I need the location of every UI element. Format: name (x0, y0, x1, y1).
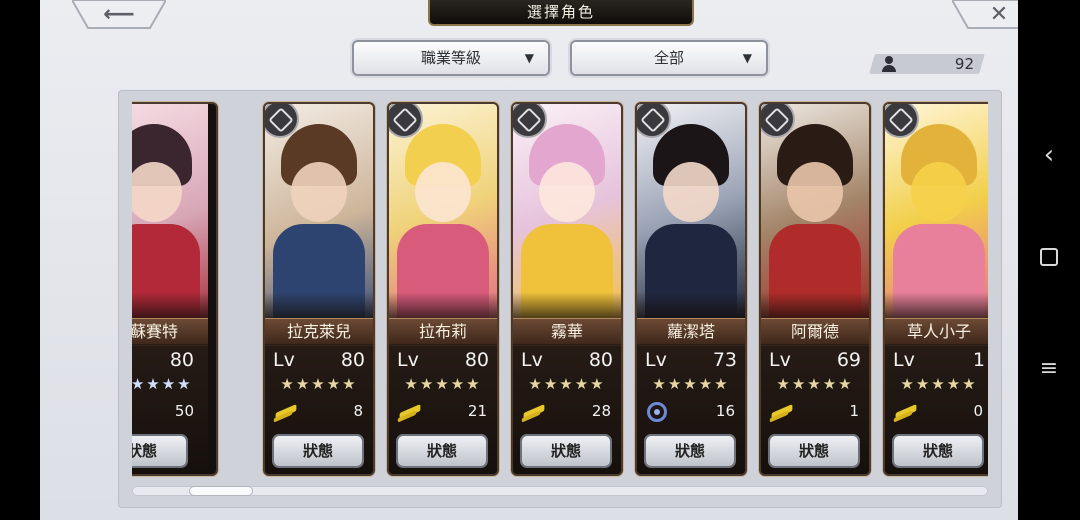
character-level: 1 (972, 349, 985, 371)
character-roster[interactable]: 蘇賽特 80 ★★★★★ 50 狀態 拉克萊兒 Lv 80 ★★★★★ (132, 100, 988, 478)
star-rating: ★★★★★ (652, 375, 730, 393)
level-label: Lv (273, 349, 295, 371)
character-name: 蘿潔塔 (637, 318, 745, 346)
character-points: 21 (467, 402, 487, 420)
character-level: 80 (340, 349, 365, 371)
system-menu-button[interactable]: ≡ (1018, 356, 1080, 381)
character-card[interactable]: 草人小子 Lv 1 ★★★★★ 0 狀態 (885, 104, 988, 474)
character-level: 73 (712, 349, 737, 371)
character-portrait (885, 104, 988, 322)
character-name: 阿爾德 (761, 318, 869, 346)
level-label: Lv (397, 349, 419, 371)
feather-icon (275, 402, 295, 422)
status-button-label: 狀態 (550, 442, 581, 460)
character-portrait (265, 104, 373, 322)
character-points: 28 (591, 402, 611, 420)
status-button-label: 狀態 (302, 442, 333, 460)
chevron-down-icon: ▼ (524, 51, 534, 65)
person-icon (882, 56, 896, 72)
chevron-down-icon: ▼ (742, 51, 752, 65)
character-points: 50 (174, 402, 194, 420)
class-level-dropdown[interactable]: 職業等級 ▼ (354, 42, 548, 74)
star-rating: ★★★★★ (776, 375, 854, 393)
character-card[interactable]: 拉克萊兒 Lv 80 ★★★★★ 8 狀態 (265, 104, 373, 474)
status-button-label: 狀態 (674, 442, 705, 460)
scrollbar-thumb[interactable] (190, 487, 252, 495)
feather-icon (771, 402, 791, 422)
page-title: 選擇角色 (428, 0, 694, 26)
status-button[interactable]: 狀態 (398, 436, 486, 466)
feather-icon (399, 402, 419, 422)
square-icon (1040, 248, 1058, 266)
swirl-icon (647, 402, 667, 422)
star-rating: ★★★★★ (280, 375, 358, 393)
star-rating: ★★★★★ (132, 375, 193, 393)
scope-dropdown[interactable]: 全部 ▼ (572, 42, 766, 74)
character-name: 拉布莉 (389, 318, 497, 346)
status-button[interactable]: 狀態 (522, 436, 610, 466)
character-name: 拉克萊兒 (265, 318, 373, 346)
status-button[interactable]: 狀態 (132, 436, 186, 466)
status-button[interactable]: 狀態 (274, 436, 362, 466)
arrow-left-icon: ⟵ (103, 2, 135, 27)
close-x-icon: ✕ (989, 2, 1009, 27)
scope-dropdown-label: 全部 (653, 49, 684, 67)
class-level-dropdown-label: 職業等級 (420, 49, 481, 67)
feather-icon (895, 402, 915, 422)
feather-icon (523, 402, 543, 422)
back-button[interactable]: ⟵ (72, 0, 166, 32)
star-rating: ★★★★★ (528, 375, 606, 393)
character-portrait (132, 104, 208, 322)
character-points: 1 (849, 402, 859, 420)
character-card[interactable]: 霧華 Lv 80 ★★★★★ 28 狀態 (513, 104, 621, 474)
character-card[interactable]: 蘇賽特 80 ★★★★★ 50 狀態 (132, 104, 216, 474)
status-button[interactable]: 狀態 (894, 436, 982, 466)
character-name: 霧華 (513, 318, 621, 346)
level-label: Lv (645, 349, 667, 371)
status-button-label: 狀態 (922, 442, 953, 460)
system-back-button[interactable]: ‹ (1018, 140, 1080, 170)
star-rating: ★★★★★ (404, 375, 482, 393)
system-navigation-bar: ‹ ≡ (1018, 0, 1080, 520)
system-home-button[interactable] (1018, 248, 1080, 270)
status-button[interactable]: 狀態 (770, 436, 858, 466)
level-label: Lv (521, 349, 543, 371)
status-button[interactable]: 狀態 (646, 436, 734, 466)
star-rating: ★★★★★ (900, 375, 978, 393)
character-level: 69 (836, 349, 861, 371)
status-button-label: 狀態 (132, 442, 157, 460)
level-label: Lv (769, 349, 791, 371)
character-portrait (389, 104, 497, 322)
character-points: 16 (715, 402, 735, 420)
character-portrait (637, 104, 745, 322)
character-points: 0 (973, 402, 983, 420)
status-button-label: 狀態 (798, 442, 829, 460)
character-card[interactable]: 拉布莉 Lv 80 ★★★★★ 21 狀態 (389, 104, 497, 474)
character-portrait (761, 104, 869, 322)
character-name: 蘇賽特 (132, 318, 208, 346)
character-level: 80 (464, 349, 489, 371)
character-level: 80 (169, 349, 194, 371)
roster-scrollbar[interactable] (132, 486, 988, 496)
character-portrait (513, 104, 621, 322)
character-points: 8 (353, 402, 363, 420)
character-card[interactable]: 蘿潔塔 Lv 73 ★★★★★ 16 狀態 (637, 104, 745, 474)
close-button[interactable]: ✕ (952, 0, 1018, 32)
game-screen: ⟵ 選擇角色 ✕ 職業等級 ▼ 全部 ▼ 92 蘇賽特 80 ★★★★★ 50 (40, 0, 1018, 520)
character-level: 80 (588, 349, 613, 371)
level-label: Lv (893, 349, 915, 371)
character-name: 草人小子 (885, 318, 988, 346)
character-card[interactable]: 阿爾德 Lv 69 ★★★★★ 1 狀態 (761, 104, 869, 474)
character-count: 92 (954, 55, 974, 73)
status-button-label: 狀態 (426, 442, 457, 460)
